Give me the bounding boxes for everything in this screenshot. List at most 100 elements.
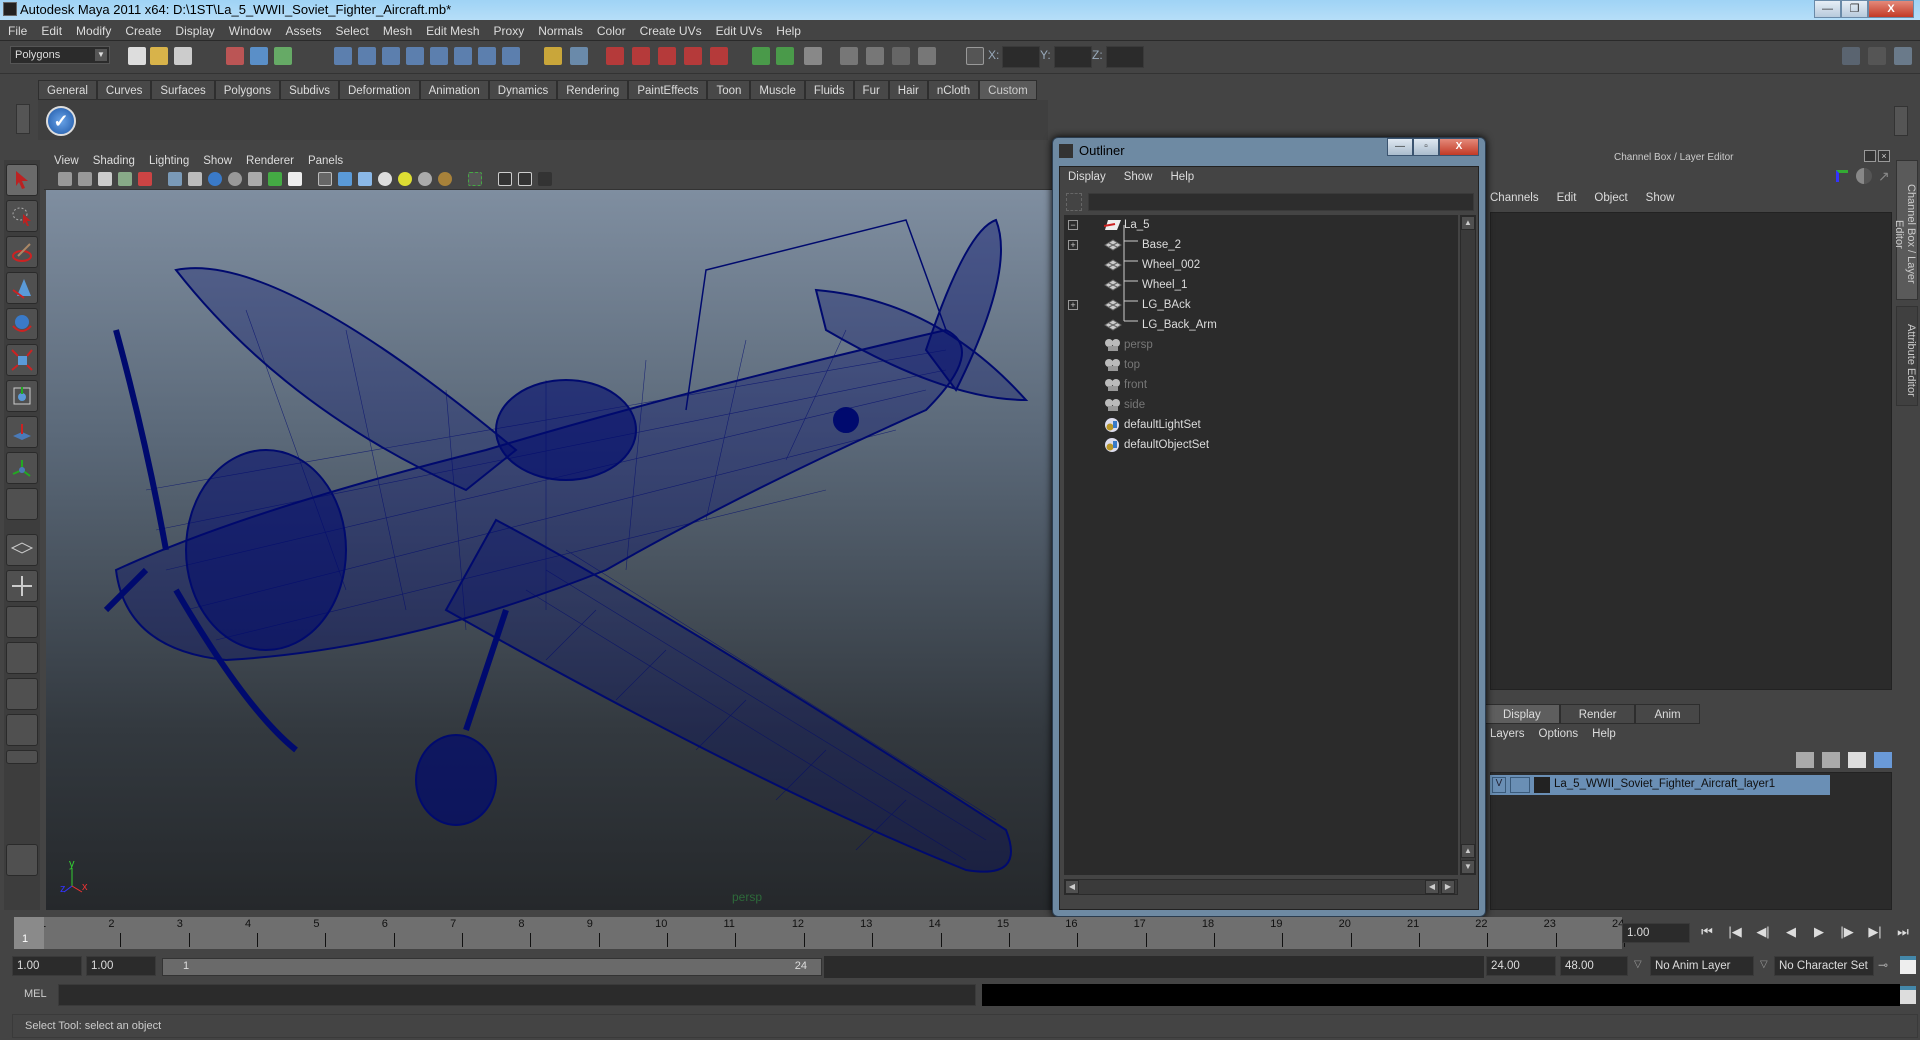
two-d-pan-zoom-icon[interactable]: [138, 172, 152, 186]
collapse-icon[interactable]: −: [1068, 220, 1078, 230]
layer-tab-anim[interactable]: Anim: [1635, 704, 1700, 724]
menu-file[interactable]: File: [8, 24, 27, 38]
outliner-menu-help[interactable]: Help: [1171, 171, 1195, 183]
select-tool-icon[interactable]: [6, 164, 38, 196]
help-query-icon[interactable]: [502, 47, 520, 65]
xray-joints-icon[interactable]: [518, 172, 532, 186]
snap-grid-icon[interactable]: [334, 47, 352, 65]
side-tab-attribute-editor[interactable]: Attribute Editor: [1896, 306, 1918, 406]
manipulator-axis-icon[interactable]: [1836, 170, 1848, 182]
key-icon[interactable]: ⊸: [1878, 958, 1888, 972]
move-layer-down-icon[interactable]: [1822, 752, 1840, 768]
menu-help[interactable]: Help: [776, 24, 801, 38]
viewport-menu-renderer[interactable]: Renderer: [246, 155, 294, 167]
render-view-icon[interactable]: [840, 47, 858, 65]
outliner-horizontal-scrollbar[interactable]: ◀ ◀ ▶: [1064, 879, 1458, 895]
menu-edit[interactable]: Edit: [41, 24, 62, 38]
scroll-left-icon[interactable]: ◀: [1425, 880, 1439, 894]
render-settings-icon[interactable]: [918, 47, 936, 65]
cb-menu-show[interactable]: Show: [1646, 192, 1675, 204]
move-tool-icon[interactable]: [6, 272, 38, 304]
wireframe-icon[interactable]: [318, 172, 332, 186]
filter-toggle-icon[interactable]: [1066, 193, 1082, 211]
viewport-menu-view[interactable]: View: [54, 155, 79, 167]
scroll-right-icon[interactable]: ▶: [1441, 880, 1455, 894]
menu-color[interactable]: Color: [597, 24, 626, 38]
layer-row[interactable]: V La_5_WWII_Soviet_Fighter_Aircraft_laye…: [1490, 775, 1830, 795]
cb-menu-edit[interactable]: Edit: [1557, 192, 1577, 204]
character-set-dropdown-arrow[interactable]: ▽: [1760, 959, 1768, 970]
snap-icon[interactable]: [478, 47, 496, 65]
outliner-close-button[interactable]: X: [1439, 138, 1479, 156]
single-perspective-layout-icon[interactable]: [6, 534, 38, 566]
maximize-button[interactable]: ❐: [1841, 0, 1868, 18]
current-frame-marker[interactable]: 1: [14, 917, 44, 949]
menu-edit-uvs[interactable]: Edit UVs: [716, 24, 763, 38]
menu-set-dropdown[interactable]: Polygons ▼: [10, 46, 110, 64]
outliner-item[interactable]: top: [1064, 355, 1458, 375]
z-field[interactable]: [1106, 46, 1144, 68]
select-component-icon[interactable]: [274, 47, 292, 65]
film-gate-icon[interactable]: [188, 172, 202, 186]
close-button[interactable]: X: [1868, 0, 1914, 18]
expand-icon[interactable]: +: [1068, 300, 1078, 310]
outliner-filter-input[interactable]: [1088, 193, 1474, 211]
shelf-tab-painteffects[interactable]: PaintEffects: [628, 80, 708, 100]
shelf-tab-fluids[interactable]: Fluids: [804, 80, 854, 100]
persp-outliner-layout-icon[interactable]: [6, 606, 38, 638]
new-scene-icon[interactable]: [128, 47, 146, 65]
scroll-down-icon[interactable]: ▼: [1461, 860, 1475, 874]
step-back-key-button[interactable]: |◀: [1724, 922, 1746, 942]
tool-settings-toggle-icon[interactable]: [1868, 47, 1886, 65]
gate-mask-icon[interactable]: [228, 172, 242, 186]
speed-toggle-icon[interactable]: [1856, 168, 1872, 184]
check-icon[interactable]: ✓: [46, 106, 76, 136]
shelf-tab-general[interactable]: General: [38, 80, 97, 100]
shelf-tab-animation[interactable]: Animation: [419, 80, 489, 100]
shelf-tab-ncloth[interactable]: nCloth: [927, 80, 980, 100]
shelf-tab-subdivs[interactable]: Subdivs: [280, 80, 339, 100]
scroll-up-icon[interactable]: ▲: [1461, 216, 1475, 230]
viewport-persp[interactable]: [46, 190, 1054, 910]
command-input[interactable]: [58, 984, 976, 1006]
outliner-maximize-button[interactable]: ▫: [1413, 138, 1439, 156]
safe-action-icon[interactable]: [268, 172, 282, 186]
show-manipulator-icon[interactable]: [6, 452, 38, 484]
move-layer-up-icon[interactable]: [1796, 752, 1814, 768]
persp-graph-layout-icon[interactable]: [6, 642, 38, 674]
shelf-tab-dynamics[interactable]: Dynamics: [488, 80, 558, 100]
layer-tab-render[interactable]: Render: [1559, 704, 1636, 724]
shelf-tab-surfaces[interactable]: Surfaces: [151, 80, 215, 100]
scale-tool-icon[interactable]: [6, 344, 38, 376]
history-icon[interactable]: [804, 47, 822, 65]
paint-select-tool-icon[interactable]: [6, 236, 38, 268]
layer-menu-help[interactable]: Help: [1592, 728, 1616, 740]
use-all-lights-icon[interactable]: [418, 172, 432, 186]
output-connections-icon[interactable]: [776, 47, 794, 65]
play-backwards-button[interactable]: ◀: [1780, 922, 1802, 942]
input-connections-icon[interactable]: [752, 47, 770, 65]
menu-proxy[interactable]: Proxy: [494, 24, 525, 38]
hypershade-persp-layout-icon[interactable]: [6, 678, 38, 710]
snap-live-icon[interactable]: [430, 47, 448, 65]
go-to-end-button[interactable]: ⏭: [1892, 922, 1914, 942]
layout-menu-button[interactable]: [6, 750, 38, 764]
scroll-up-icon[interactable]: ▲: [1461, 844, 1475, 858]
menu-create[interactable]: Create: [125, 24, 161, 38]
share-icon[interactable]: [538, 172, 552, 186]
time-slider[interactable]: 123456789101112131415161718192021222324: [14, 917, 1625, 949]
playback-end-field[interactable]: 24.00: [1486, 956, 1556, 976]
menu-modify[interactable]: Modify: [76, 24, 111, 38]
snap-curve-icon[interactable]: [358, 47, 376, 65]
scroll-left-icon[interactable]: ◀: [1065, 880, 1079, 894]
viewport-menu-lighting[interactable]: Lighting: [149, 155, 189, 167]
safe-title-icon[interactable]: [288, 172, 302, 186]
outliner-item[interactable]: side: [1064, 395, 1458, 415]
new-layer-selected-icon[interactable]: [1874, 752, 1892, 768]
textured-icon[interactable]: [378, 172, 392, 186]
shelf-tab-custom[interactable]: Custom: [979, 80, 1037, 100]
shelf-tab-polygons[interactable]: Polygons: [214, 80, 281, 100]
selection-highlight-icon[interactable]: [570, 47, 588, 65]
step-forward-frame-button[interactable]: |▶: [1836, 922, 1858, 942]
outliner-menu-show[interactable]: Show: [1124, 171, 1153, 183]
